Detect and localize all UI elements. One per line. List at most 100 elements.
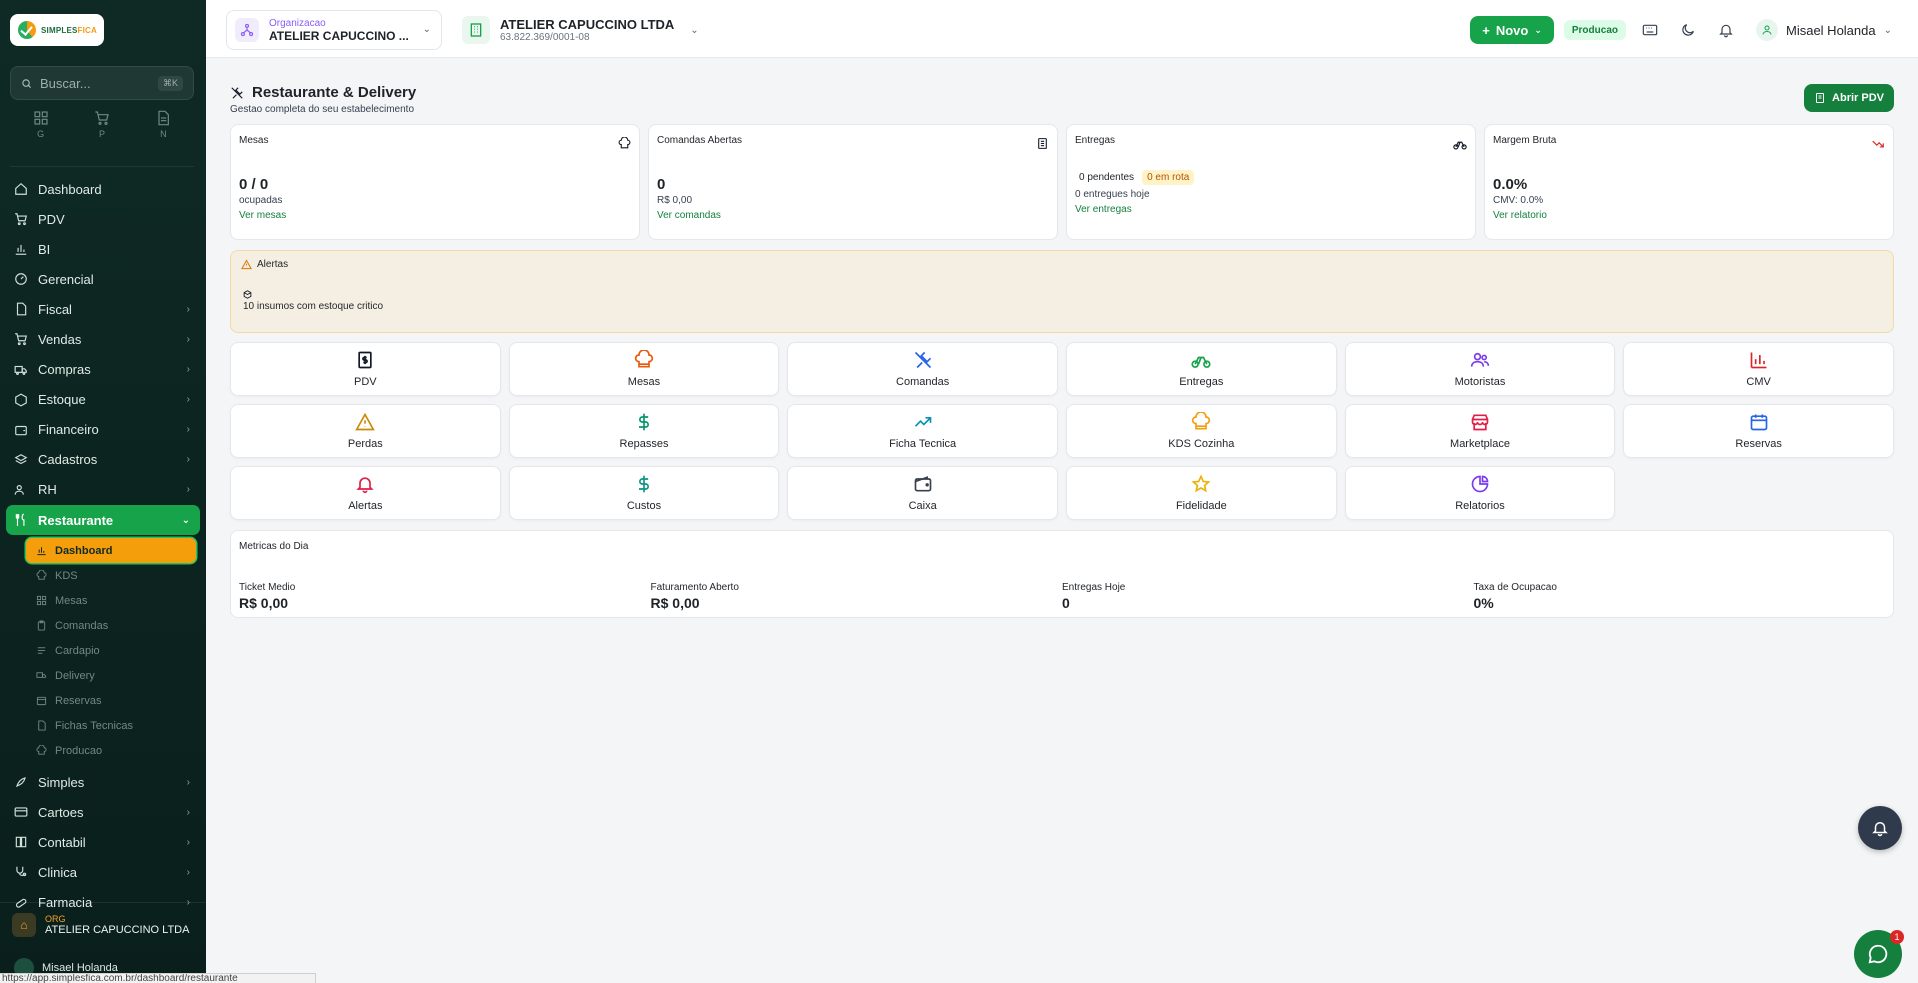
sidebar-item-label: Cartoes xyxy=(38,804,84,820)
submenu-item-label: Comandas xyxy=(55,619,109,632)
metric-faturamento-aberto: Faturamento Aberto R$ 0,00 xyxy=(651,582,1063,611)
ver-comandas-link[interactable]: Ver comandas xyxy=(657,210,1049,221)
tile-marketplace[interactable]: Marketplace xyxy=(1344,404,1616,458)
quick-action-grid[interactable]: G xyxy=(16,110,66,158)
metric-label: Taxa de Ocupacao xyxy=(1473,582,1557,593)
sidebar-item-contabil[interactable]: Contabil › xyxy=(6,827,200,857)
submenu-item-dashboard[interactable]: Dashboard xyxy=(26,538,196,564)
search-shortcut: ⌘K xyxy=(157,75,183,91)
submenu-item-label: Reservas xyxy=(55,694,102,707)
tile-entregas[interactable]: Entregas xyxy=(1065,342,1337,396)
submenu-item-cardapio[interactable]: Cardapio xyxy=(26,638,196,663)
sidebar-item-pdv[interactable]: PDV xyxy=(6,204,200,234)
tile-kds-cozinha[interactable]: KDS Cozinha xyxy=(1065,404,1337,458)
list-icon xyxy=(37,647,46,654)
sidebar-item-gerencial[interactable]: Gerencial xyxy=(6,264,200,294)
tile-perdas[interactable]: Perdas xyxy=(230,404,501,458)
tile-label: KDS Cozinha xyxy=(1168,438,1235,450)
chevron-right-icon: › xyxy=(186,424,190,436)
tile-caixa[interactable]: Caixa xyxy=(787,466,1058,520)
modules-grid: PDV Mesas Comandas Entregas Motoristas C… xyxy=(230,342,1894,520)
company-selector[interactable]: ATELIER CAPUCCINO LTDA 63.822.369/0001-0… xyxy=(462,12,699,48)
users-icon xyxy=(14,484,24,495)
truck-icon xyxy=(14,365,27,375)
quick-action-cart[interactable]: P xyxy=(77,110,127,158)
tile-alertas[interactable]: Alertas xyxy=(230,466,501,520)
submenu-item-delivery[interactable]: Delivery xyxy=(26,663,196,688)
bar-chart-icon xyxy=(37,547,46,556)
company-name: ATELIER CAPUCCINO LTDA xyxy=(500,17,675,32)
submenu-item-reservas[interactable]: Reservas xyxy=(26,688,196,713)
quick-action-label: P xyxy=(98,129,105,139)
alerts-panel: Alertas 10 insumos com estoque critico xyxy=(230,250,1894,333)
user-name: Misael Holanda xyxy=(1786,22,1876,38)
sidebar-item-cartoes[interactable]: Cartoes › xyxy=(6,797,200,827)
alert-item[interactable]: 10 insumos com estoque critico xyxy=(241,290,1883,312)
organization-selector[interactable]: Organizacao ATELIER CAPUCCINO ... ⌄ xyxy=(226,10,442,50)
sidebar-item-bi[interactable]: BI xyxy=(6,234,200,264)
sidebar-item-rh[interactable]: RH › xyxy=(6,475,200,505)
floating-notifications-button[interactable] xyxy=(1858,806,1902,850)
ver-relatorio-link[interactable]: Ver relatorio xyxy=(1493,210,1885,221)
moon-icon xyxy=(1682,24,1694,36)
tile-relatorios[interactable]: Relatorios xyxy=(1344,466,1616,520)
sidebar-item-fiscal[interactable]: Fiscal › xyxy=(6,294,200,324)
tile-mesas[interactable]: Mesas xyxy=(508,342,780,396)
file-icon xyxy=(38,720,46,731)
main-content: Restaurante & Delivery Gestao completa d… xyxy=(206,58,1918,983)
ver-entregas-link[interactable]: Ver entregas xyxy=(1075,204,1467,215)
submenu-item-mesas[interactable]: Mesas xyxy=(26,588,196,613)
book-icon xyxy=(15,837,27,848)
sidebar-item-vendas[interactable]: Vendas › xyxy=(6,324,200,354)
environment-badge: Producao xyxy=(1563,20,1626,40)
new-button[interactable]: + Novo ⌄ xyxy=(1470,16,1554,44)
cart-icon xyxy=(15,213,27,226)
document-icon xyxy=(158,110,170,126)
search-input[interactable] xyxy=(39,75,150,91)
sidebar-item-compras[interactable]: Compras › xyxy=(6,355,200,385)
tile-cmv[interactable]: CMV xyxy=(1623,342,1894,396)
trend-down-icon xyxy=(1872,140,1884,148)
submenu-item-comandas[interactable]: Comandas xyxy=(26,613,196,638)
submenu-item-producao[interactable]: Producao xyxy=(26,738,196,763)
notifications-button[interactable] xyxy=(1712,16,1740,44)
sidebar-item-clinica[interactable]: Clinica › xyxy=(6,857,200,887)
app-logo[interactable]: SIMPLESFICA xyxy=(10,14,104,46)
entregas-em-rota-badge: 0 em rota xyxy=(1142,170,1195,185)
tile-motoristas[interactable]: Motoristas xyxy=(1344,342,1616,396)
quick-action-document[interactable]: N xyxy=(138,110,188,158)
sidebar-item-label: Gerencial xyxy=(38,271,94,287)
tile-ficha-tecnica[interactable]: Ficha Tecnica xyxy=(787,404,1058,458)
sidebar-item-label: Simples xyxy=(38,774,85,790)
chevron-right-icon: › xyxy=(186,866,190,878)
sidebar-item-simples[interactable]: Simples › xyxy=(6,767,200,797)
page-subtitle: Gestao completa do seu estabelecimento xyxy=(230,104,414,115)
tile-fidelidade[interactable]: Fidelidade xyxy=(1065,466,1337,520)
card-mesas: Mesas 0 / 0 ocupadas Ver mesas xyxy=(230,124,640,240)
tile-reservas[interactable]: Reservas xyxy=(1623,404,1894,458)
sidebar-item-estoque[interactable]: Estoque › xyxy=(6,385,200,415)
theme-toggle-button[interactable] xyxy=(1674,16,1702,44)
chef-hat-icon xyxy=(36,745,47,755)
sidebar-item-label: PDV xyxy=(38,211,65,227)
tile-repasses[interactable]: Repasses xyxy=(508,404,780,458)
tile-pdv[interactable]: PDV xyxy=(230,342,501,396)
user-menu[interactable]: Misael Holanda ⌄ xyxy=(1756,19,1892,41)
keyboard-shortcuts-button[interactable] xyxy=(1636,16,1664,44)
submenu-item-label: KDS xyxy=(55,569,78,582)
tile-comandas[interactable]: Comandas xyxy=(787,342,1058,396)
sidebar-item-dashboard[interactable]: Dashboard xyxy=(6,174,200,204)
bell-icon xyxy=(1872,822,1888,837)
submenu-item-kds[interactable]: KDS xyxy=(26,563,196,588)
sidebar-item-financeiro[interactable]: Financeiro › xyxy=(6,415,200,445)
sidebar-org-switcher[interactable]: ⌂ ORG ATELIER CAPUCCINO LTDA xyxy=(0,902,206,946)
tile-custos[interactable]: Custos xyxy=(508,466,780,520)
ver-mesas-link[interactable]: Ver mesas xyxy=(239,210,631,221)
sidebar-item-restaurante[interactable]: Restaurante ⌄ xyxy=(6,505,200,536)
submenu-item-fichas-tecnicas[interactable]: Fichas Tecnicas xyxy=(26,713,196,738)
calendar-icon xyxy=(36,696,47,706)
sidebar-search[interactable]: ⌘K xyxy=(10,66,194,100)
plus-icon: + xyxy=(1482,22,1490,38)
open-pdv-button[interactable]: Abrir PDV xyxy=(1804,84,1894,112)
sidebar-item-cadastros[interactable]: Cadastros › xyxy=(6,445,200,475)
